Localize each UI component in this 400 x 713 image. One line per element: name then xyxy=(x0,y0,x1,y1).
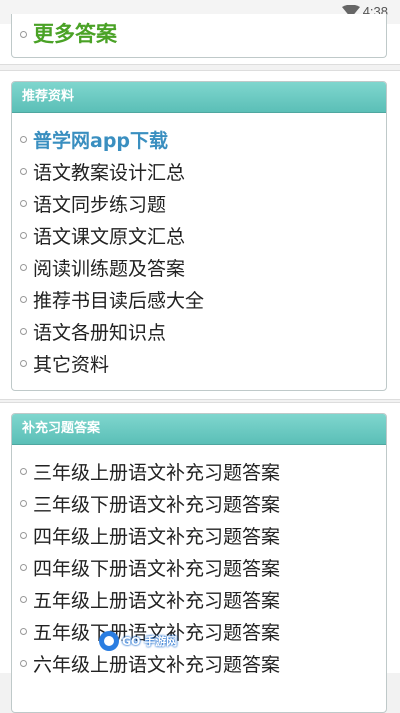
list-item[interactable]: 语文同步练习题 xyxy=(12,189,386,221)
list-item-label[interactable]: 四年级上册语文补充习题答案 xyxy=(33,526,280,548)
bullet-icon xyxy=(20,200,27,207)
bullet-icon xyxy=(20,468,27,475)
recommended-title: 推荐资料 xyxy=(12,82,386,113)
bullet-icon xyxy=(20,232,27,239)
recommended-list: 普学网app下载 语文教案设计汇总 语文同步练习题 语文课文原文汇总 阅读训练题及答案推… xyxy=(12,113,386,381)
list-item-label[interactable]: 语文各册知识点 xyxy=(33,322,166,344)
list-item-label[interactable]: 语文同步练习题 xyxy=(33,194,166,216)
bullet-icon xyxy=(20,500,27,507)
more-answers-link[interactable]: 更多答案 xyxy=(33,22,117,46)
list-item[interactable]: 推荐书目读后感大全 xyxy=(12,285,386,317)
bullet-icon xyxy=(20,136,27,143)
list-item-label[interactable]: 阅读训练题及答案 xyxy=(33,258,185,280)
list-item-label[interactable]: 六年级上册语文补充习题答案 xyxy=(33,654,280,676)
list-item-label[interactable]: 推荐书目读后感大全 xyxy=(33,290,204,312)
bullet-icon xyxy=(20,564,27,571)
top-card: 更多答案 xyxy=(11,14,387,58)
list-item[interactable]: 语文课文原文汇总 xyxy=(12,221,386,253)
bullet-icon xyxy=(20,628,27,635)
list-item[interactable]: 阅读训练题及答案 xyxy=(12,253,386,285)
bullet-icon xyxy=(20,264,27,271)
bullet-icon xyxy=(20,328,27,335)
supplement-title: 补充习题答案 xyxy=(12,414,386,445)
list-item[interactable]: 语文各册知识点 xyxy=(12,317,386,349)
list-item-label[interactable]: 三年级上册语文补充习题答案 xyxy=(33,462,280,484)
bullet-icon xyxy=(20,532,27,539)
list-item-label[interactable]: 其它资料 xyxy=(33,354,109,376)
list-item[interactable]: 普学网app下载 xyxy=(12,125,386,157)
list-item[interactable]: 五年级下册语文补充习题答案 xyxy=(12,617,386,649)
recommended-panel: 推荐资料 普学网app下载 语文教案设计汇总 语文同步练习题 语文课文原文汇总 阅读训练… xyxy=(0,70,400,400)
list-item[interactable]: 四年级上册语文补充习题答案 xyxy=(12,521,386,553)
bullet-icon xyxy=(20,360,27,367)
bullet-icon xyxy=(20,296,27,303)
watermark-text: GO 手游网 xyxy=(122,635,178,648)
bullet-icon xyxy=(20,31,27,38)
list-item-label[interactable]: 普学网app下载 xyxy=(33,130,168,152)
list-item-label[interactable]: 语文课文原文汇总 xyxy=(33,226,185,248)
list-item[interactable]: 五年级上册语文补充习题答案 xyxy=(12,585,386,617)
bullet-icon xyxy=(20,168,27,175)
list-item[interactable]: 语文教案设计汇总 xyxy=(12,157,386,189)
supplement-list: 三年级上册语文补充习题答案 三年级下册语文补充习题答案 四年级上册语文补充习题答案四… xyxy=(12,445,386,681)
supplement-panel: 补充习题答案 三年级上册语文补充习题答案 三年级下册语文补充习题答案 四年级上册语文… xyxy=(0,402,400,713)
list-item[interactable]: 其它资料 xyxy=(12,349,386,381)
list-item-label[interactable]: 四年级下册语文补充习题答案 xyxy=(33,558,280,580)
bullet-icon xyxy=(20,596,27,603)
list-item-label[interactable]: 语文教案设计汇总 xyxy=(33,162,185,184)
list-item[interactable]: 三年级下册语文补充习题答案 xyxy=(12,489,386,521)
list-item[interactable]: 三年级上册语文补充习题答案 xyxy=(12,457,386,489)
bullet-icon xyxy=(20,660,27,667)
list-item[interactable]: 六年级上册语文补充习题答案 xyxy=(12,649,386,681)
supplement-card: 补充习题答案 三年级上册语文补充习题答案 三年级下册语文补充习题答案 四年级上册语文… xyxy=(11,413,387,713)
watermark-logo: GO 手游网 xyxy=(98,628,177,654)
list-item-label[interactable]: 五年级上册语文补充习题答案 xyxy=(33,590,280,612)
recommended-card: 推荐资料 普学网app下载 语文教案设计汇总 语文同步练习题 语文课文原文汇总 阅读训练… xyxy=(11,81,387,391)
top-panel: 更多答案 xyxy=(0,14,400,65)
more-answers-row[interactable]: 更多答案 xyxy=(12,14,386,56)
list-item-label[interactable]: 三年级下册语文补充习题答案 xyxy=(33,494,280,516)
logo-icon xyxy=(99,631,119,651)
list-item[interactable]: 四年级下册语文补充习题答案 xyxy=(12,553,386,585)
